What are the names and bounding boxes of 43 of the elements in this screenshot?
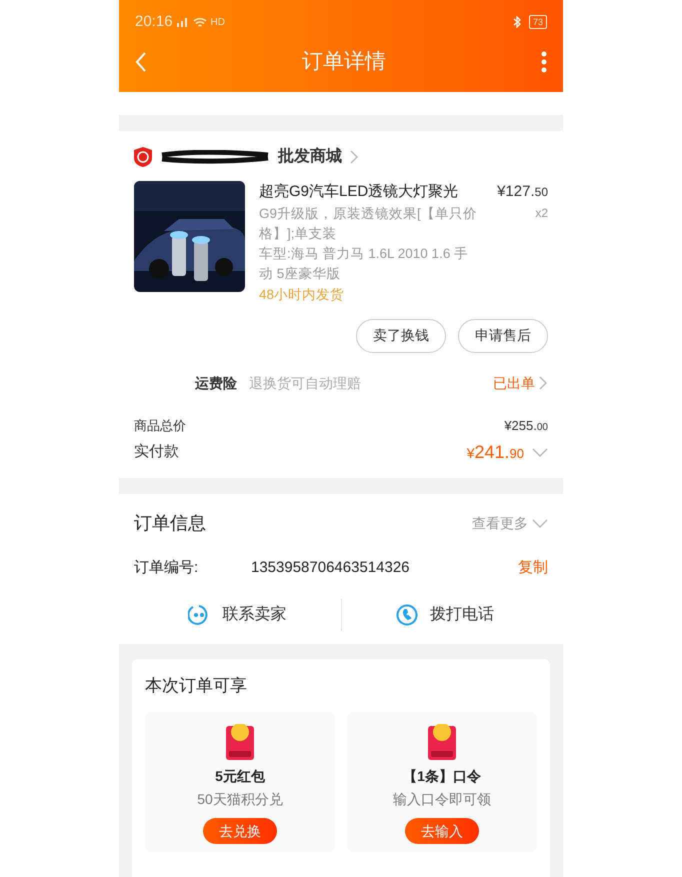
contact-seller-button[interactable]: 联系卖家	[134, 602, 340, 626]
section-title: 订单信息	[134, 512, 206, 535]
shop-badge-icon	[134, 147, 152, 167]
benefit-desc: 50天猫积分兑	[197, 790, 283, 809]
chevron-right-icon	[539, 376, 548, 390]
car-model: 车型:海马 普力马 1.6L 2010 1.6 手动 5座豪华版	[259, 244, 470, 282]
network-label: HD	[210, 16, 225, 30]
phone-icon	[396, 604, 418, 626]
back-icon[interactable]	[135, 52, 147, 72]
call-button[interactable]: 拨打电话	[342, 602, 548, 626]
envelope-icon	[226, 724, 254, 760]
wifi-icon	[192, 16, 207, 28]
quantity: x2	[535, 204, 548, 222]
insurance-desc: 退换货可自动理赔	[249, 374, 362, 392]
goods-total-label: 商品总价	[134, 416, 186, 434]
battery-level: 73	[528, 15, 547, 29]
unit-price: ¥127.50	[497, 182, 548, 202]
clock: 20:16	[135, 12, 173, 32]
chat-face-icon	[188, 604, 210, 626]
page-title: 订单详情	[302, 49, 386, 76]
section-title: 本次订单可享	[145, 674, 248, 696]
chevron-right-icon	[350, 150, 359, 164]
shipping-note: 48小时内发货	[259, 286, 346, 304]
benefit-title: 【1条】口令	[403, 767, 481, 786]
order-number-label: 订单编号:	[134, 558, 200, 578]
benefit-title: 5元红包	[215, 767, 265, 786]
more-icon[interactable]	[541, 51, 547, 73]
paid-label: 实付款	[134, 442, 179, 462]
bluetooth-icon	[512, 16, 521, 28]
action-button[interactable]: 申请售后	[458, 318, 548, 352]
chevron-down-icon	[532, 519, 548, 528]
product-title[interactable]: 超亮G9汽车LED透镜大灯聚光	[259, 181, 458, 203]
order-number: 1353958706463514326	[251, 558, 411, 578]
paid-amount: ¥241.90	[466, 441, 524, 464]
signal-icon	[176, 17, 189, 27]
product-spec: G9升级版，原装透镜效果[【单只价格】];单支装	[259, 204, 478, 243]
chevron-down-icon	[532, 448, 548, 457]
shop-name[interactable]: 批发商城	[278, 145, 342, 169]
goods-total: ¥255.00	[504, 416, 548, 434]
envelope-icon	[428, 724, 456, 760]
benefit-desc: 输入口令即可领	[393, 790, 491, 809]
action-button[interactable]: 卖了换钱	[356, 318, 446, 352]
insurance-label: 运费险	[195, 374, 237, 392]
